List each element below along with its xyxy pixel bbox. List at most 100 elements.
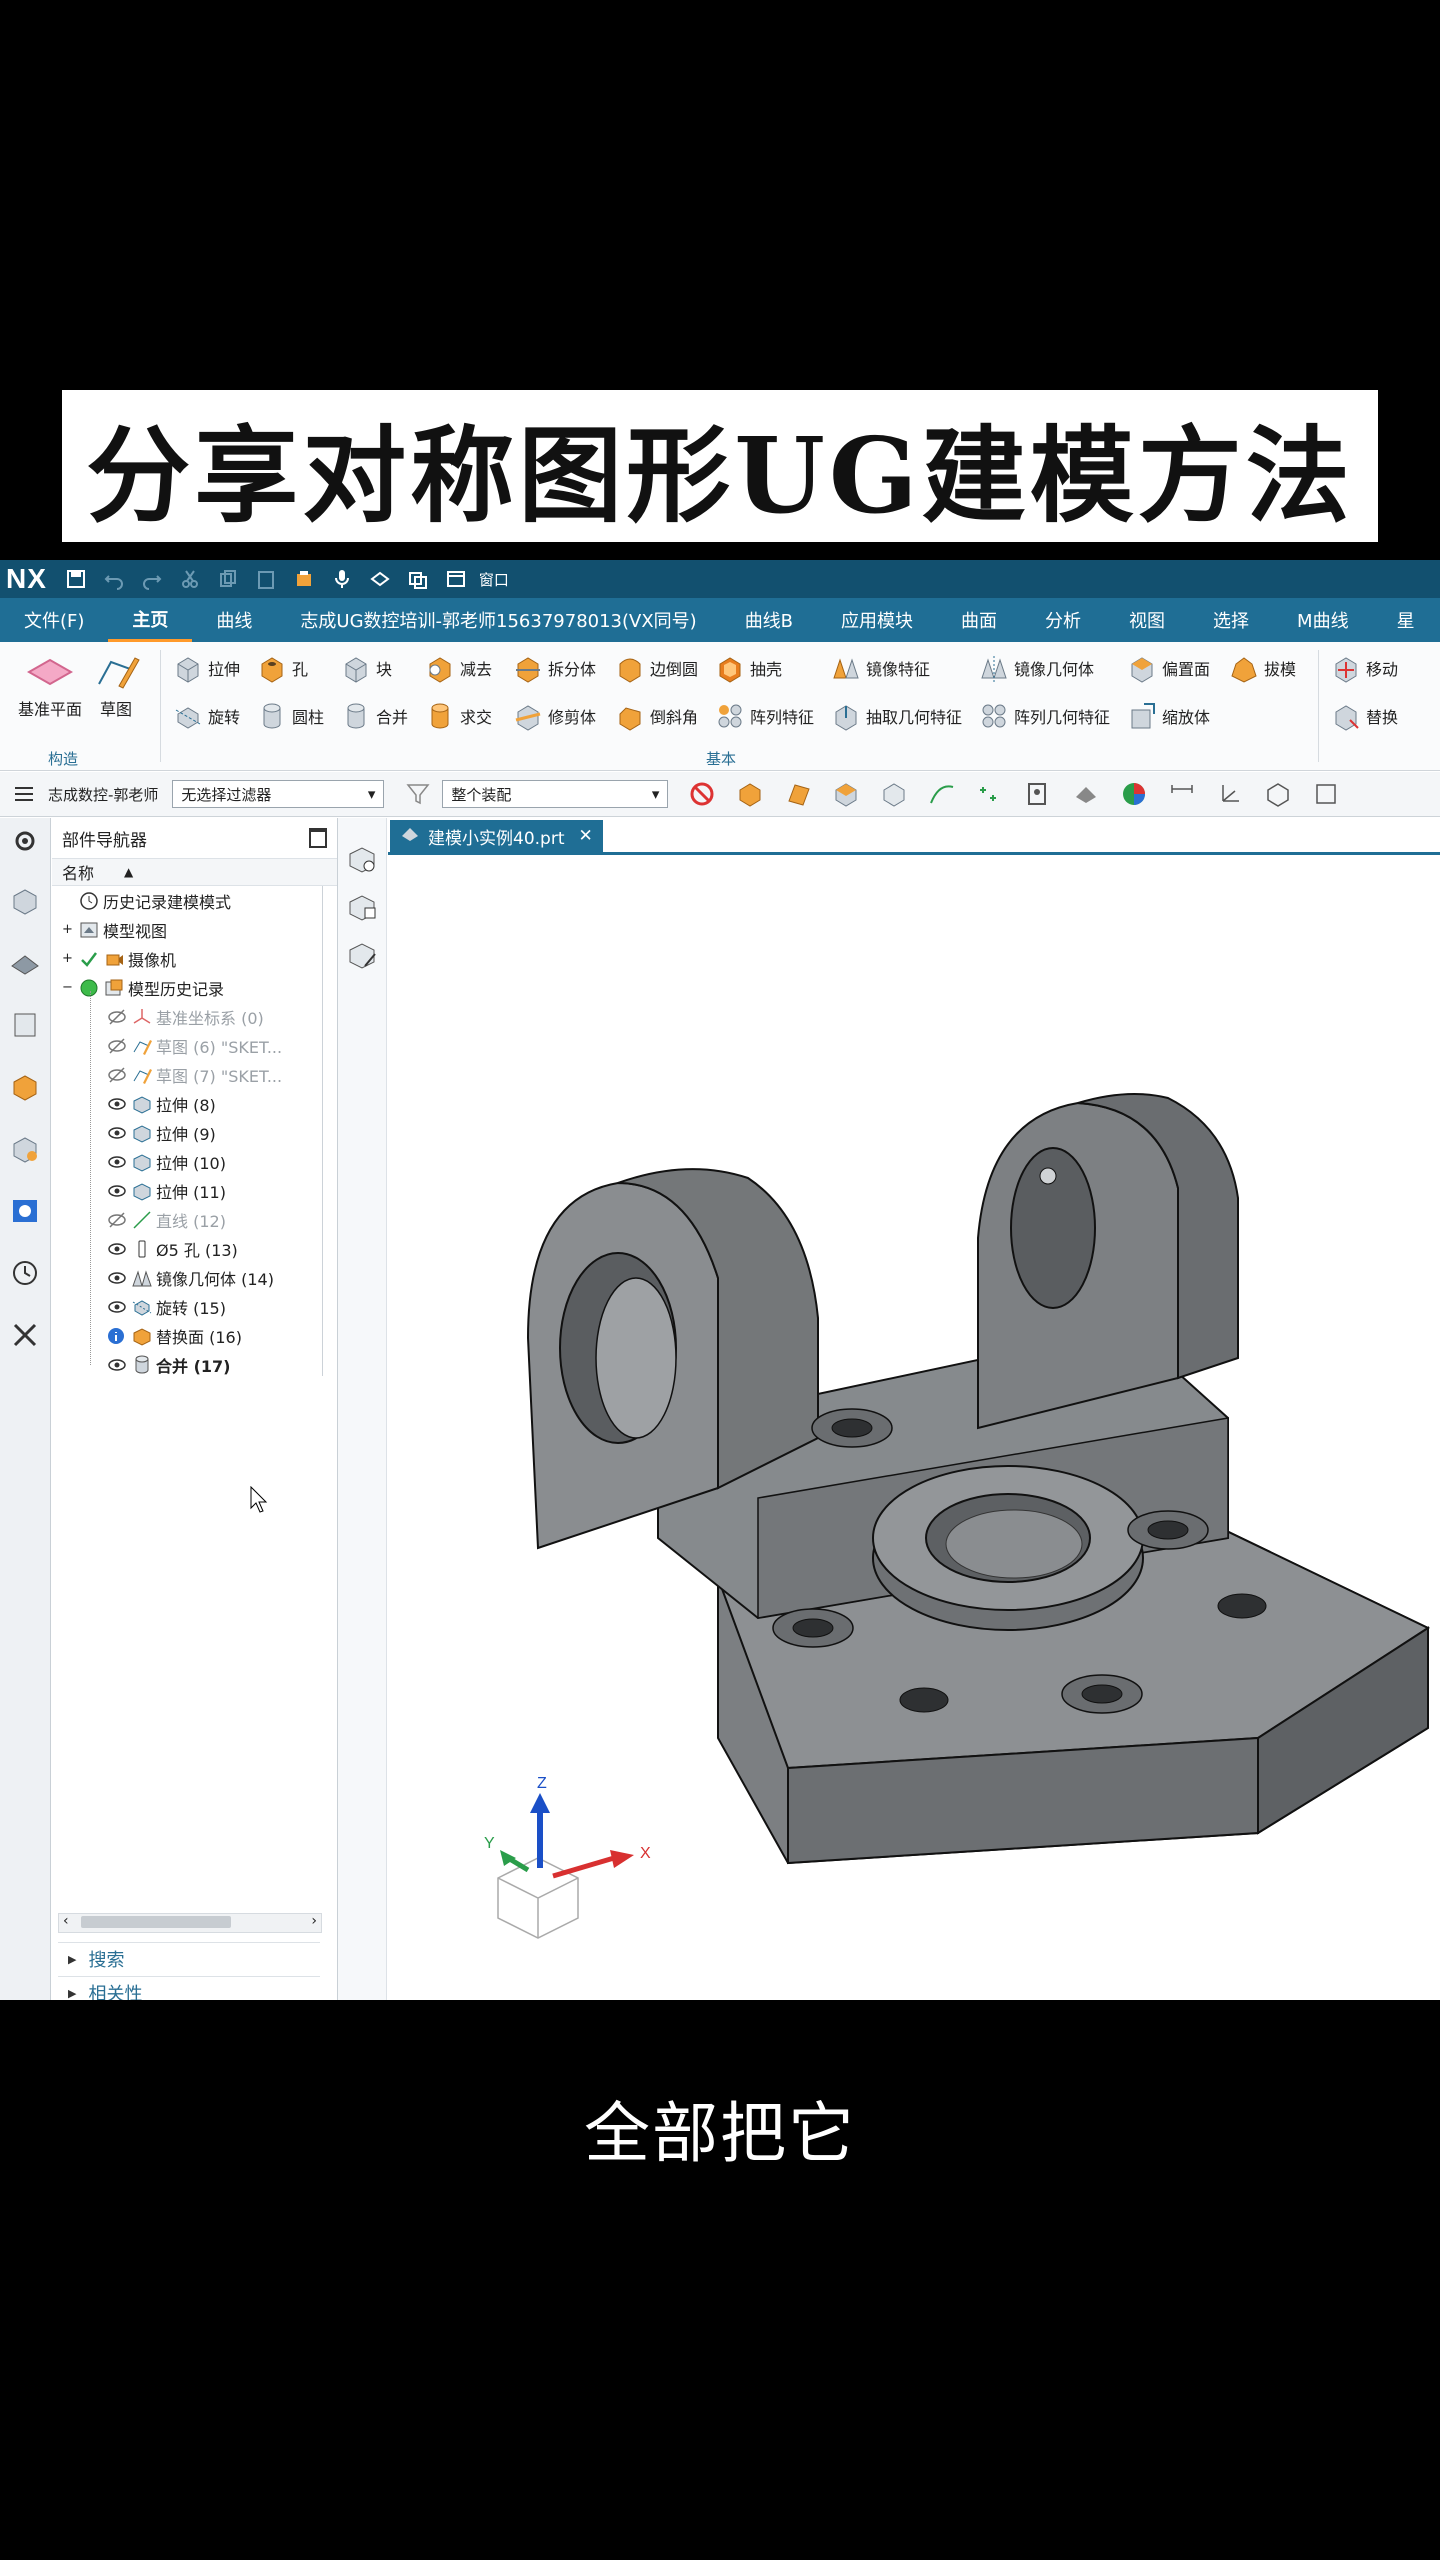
revolve-button[interactable]: 旋转: [172, 698, 240, 734]
tree-row-unite-17[interactable]: 合并 (17): [52, 1350, 376, 1379]
hidden-eye-icon[interactable]: [106, 1006, 128, 1028]
expand-icon[interactable]: +: [62, 922, 78, 937]
block-button[interactable]: 块: [340, 650, 392, 686]
replace-button[interactable]: 替换: [1330, 698, 1398, 734]
microphone-icon[interactable]: [329, 566, 355, 592]
menu-applications[interactable]: 应用模块: [817, 598, 937, 642]
visible-eye-icon[interactable]: [106, 1238, 128, 1260]
menu-select[interactable]: 选择: [1189, 598, 1273, 642]
account-dropdown[interactable]: 志成数控-郭老师: [48, 784, 158, 805]
snap-settings-icon[interactable]: [1022, 778, 1054, 810]
copy-icon[interactable]: [215, 566, 241, 592]
edge-blend-button[interactable]: 边倒圆: [614, 650, 698, 686]
save-icon[interactable]: [63, 566, 89, 592]
tree-row-line-12[interactable]: 直线 (12): [52, 1205, 376, 1234]
window-icon[interactable]: [443, 566, 469, 592]
visible-eye-icon[interactable]: [106, 1354, 128, 1376]
filter-icon[interactable]: [402, 778, 434, 810]
no-selection-icon[interactable]: [686, 778, 718, 810]
info-badge-icon[interactable]: [106, 1325, 128, 1347]
scroll-thumb[interactable]: [81, 1916, 231, 1928]
select-curve-icon[interactable]: [926, 778, 958, 810]
cylinder-button[interactable]: 圆柱: [256, 698, 324, 734]
menu-icon[interactable]: [8, 778, 40, 810]
extract-geometry-button[interactable]: 抽取几何特征: [830, 698, 962, 734]
hole-button[interactable]: 孔: [256, 650, 308, 686]
extrude-button[interactable]: 拉伸: [172, 650, 240, 686]
view-layout-icon[interactable]: [345, 890, 379, 924]
touch-mode-icon[interactable]: [367, 566, 393, 592]
type-filter-combo[interactable]: 无选择过滤器 ▾: [172, 780, 385, 808]
tree-row-extrude-10[interactable]: 拉伸 (10): [52, 1147, 376, 1176]
column-header-name[interactable]: 名称 ▲: [52, 858, 337, 886]
tree-row-extrude-9[interactable]: 拉伸 (9): [52, 1118, 376, 1147]
shell-button[interactable]: 抽壳: [714, 650, 782, 686]
horizontal-scrollbar[interactable]: ‹ ›: [58, 1913, 322, 1933]
tree-row-model-views[interactable]: + 模型视图: [52, 915, 332, 944]
part-navigator-icon[interactable]: [8, 946, 42, 980]
select-point-icon[interactable]: [974, 778, 1006, 810]
menu-analysis[interactable]: 分析: [1021, 598, 1105, 642]
draft-button[interactable]: 拔模: [1228, 650, 1296, 686]
scope-combo[interactable]: 整个装配 ▾: [442, 780, 669, 808]
tree-row-sketch-7[interactable]: 草图 (7) "SKET...: [52, 1060, 376, 1089]
window-menu[interactable]: 窗口: [479, 569, 509, 590]
save-view-icon[interactable]: [1310, 778, 1342, 810]
wcs-icon[interactable]: [1214, 778, 1246, 810]
file-tab[interactable]: 建模小实例40.prt ✕: [390, 820, 603, 852]
paste-icon[interactable]: [253, 566, 279, 592]
hidden-eye-icon[interactable]: [106, 1064, 128, 1086]
close-icon[interactable]: ✕: [578, 826, 592, 846]
hidden-eye-icon[interactable]: [106, 1209, 128, 1231]
mirror-feature-button[interactable]: 镜像特征: [830, 650, 930, 686]
menu-curve[interactable]: 曲线: [192, 598, 276, 642]
view-settings-icon[interactable]: [345, 842, 379, 876]
unite-button[interactable]: 合并: [340, 698, 408, 734]
tree-row-revolve-15[interactable]: 旋转 (15): [52, 1292, 376, 1321]
menu-surface[interactable]: 曲面: [937, 598, 1021, 642]
tree-row-hole-13[interactable]: Ø5 孔 (13): [52, 1234, 376, 1263]
scroll-left-icon[interactable]: ‹: [63, 1913, 69, 1929]
trim-body-button[interactable]: 修剪体: [512, 698, 596, 734]
tree-row-model-history[interactable]: − 模型历史记录: [52, 973, 332, 1002]
hd3d-icon[interactable]: [8, 1070, 42, 1104]
visible-eye-icon[interactable]: [106, 1296, 128, 1318]
tools-icon[interactable]: [8, 1318, 42, 1352]
model-graphic[interactable]: Z X Y: [388, 858, 1440, 1998]
split-body-button[interactable]: 拆分体: [512, 650, 596, 686]
tree-row-cameras[interactable]: + 摄像机: [52, 944, 332, 973]
tree-row-replace-face-16[interactable]: 替换面 (16): [52, 1321, 376, 1350]
tree-row-history-mode[interactable]: 历史记录建模模式: [52, 886, 348, 915]
menu-view[interactable]: 视图: [1105, 598, 1189, 642]
collapse-icon[interactable]: −: [62, 980, 78, 995]
scroll-right-icon[interactable]: ›: [311, 1913, 317, 1929]
subtract-button[interactable]: 减去: [424, 650, 492, 686]
view-cube-icon[interactable]: [1262, 778, 1294, 810]
tree-row-extrude-8[interactable]: 拉伸 (8): [52, 1089, 376, 1118]
menu-m-curve[interactable]: M曲线: [1273, 598, 1373, 642]
tree-row-sketch-6[interactable]: 草图 (6) "SKET...: [52, 1031, 376, 1060]
visible-eye-icon[interactable]: [106, 1180, 128, 1202]
cut-icon[interactable]: [177, 566, 203, 592]
visible-eye-icon[interactable]: [106, 1093, 128, 1115]
menu-file[interactable]: 文件(F): [0, 598, 108, 642]
web-browser-icon[interactable]: [8, 1194, 42, 1228]
graphics-window[interactable]: 建模小实例40.prt ✕ Z X Y: [388, 818, 1440, 2000]
sketch-button[interactable]: 草图: [76, 642, 156, 720]
expand-icon[interactable]: +: [62, 951, 78, 966]
mirror-geometry-button[interactable]: 镜像几何体: [978, 650, 1094, 686]
select-feature-icon[interactable]: [830, 778, 862, 810]
visible-eye-icon[interactable]: [106, 1267, 128, 1289]
chamfer-button[interactable]: 倒斜角: [614, 698, 698, 734]
constraint-navigator-icon[interactable]: [8, 1132, 42, 1166]
select-body-icon[interactable]: [734, 778, 766, 810]
redo-icon[interactable]: [139, 566, 165, 592]
reuse-library-icon[interactable]: [8, 1008, 42, 1042]
history-clock-icon[interactable]: [8, 1256, 42, 1290]
menu-more[interactable]: 星: [1373, 598, 1439, 642]
hidden-eye-icon[interactable]: [106, 1035, 128, 1057]
select-face-icon[interactable]: [782, 778, 814, 810]
pattern-feature-button[interactable]: 阵列特征: [714, 698, 814, 734]
intersect-button[interactable]: 求交: [424, 698, 492, 734]
scale-body-button[interactable]: 缩放体: [1126, 698, 1210, 734]
